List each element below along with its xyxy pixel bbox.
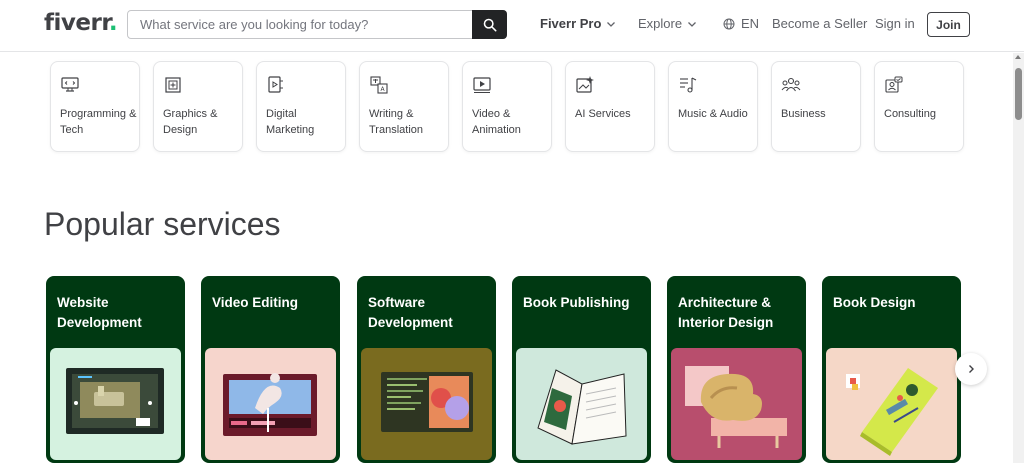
service-card-image	[205, 348, 336, 460]
fiverr-pro-menu[interactable]: Fiverr Pro	[540, 16, 617, 31]
join-button[interactable]: Join	[927, 12, 970, 37]
fiverr-logo[interactable]: fiverr.	[44, 10, 118, 36]
service-card-website-development[interactable]: Website Development	[46, 276, 185, 463]
monitor-code-icon	[61, 77, 79, 92]
translate-icon: A	[370, 76, 388, 94]
category-label: Writing & Translation	[369, 108, 424, 136]
chevron-down-icon	[607, 21, 616, 27]
category-ai-services[interactable]: AI Services	[565, 61, 655, 152]
open-book-illustration	[537, 369, 627, 445]
category-label: Video & Animation	[472, 108, 521, 136]
service-card-label: Book Publishing	[523, 295, 630, 310]
search-input[interactable]	[128, 11, 473, 38]
category-label: Digital Marketing	[266, 108, 315, 136]
interior-chair-illustration	[685, 366, 787, 448]
language-selector[interactable]: EN	[723, 16, 759, 31]
marketing-screen-icon	[268, 76, 283, 93]
service-card-label: Website Development	[57, 295, 142, 330]
chevron-right-icon	[969, 365, 974, 373]
service-card-software-development[interactable]: Software Development	[357, 276, 496, 463]
consulting-chat-icon	[885, 76, 903, 93]
people-group-icon	[781, 77, 801, 92]
explore-label: Explore	[638, 16, 683, 31]
ai-sparkle-icon	[576, 76, 594, 93]
fiverr-pro-label: Fiverr Pro	[540, 16, 602, 31]
category-business[interactable]: Business	[771, 61, 861, 152]
service-card-book-publishing[interactable]: Book Publishing	[512, 276, 651, 463]
service-card-label: Software Development	[368, 295, 453, 330]
scroll-up-arrow-icon[interactable]	[1015, 55, 1021, 59]
category-video-animation[interactable]: Video & Animation	[462, 61, 552, 152]
video-editing-illustration	[223, 373, 317, 436]
search-button[interactable]	[472, 10, 507, 39]
logo-dot: .	[108, 10, 118, 36]
category-label: Programming & Tech	[60, 108, 137, 136]
music-note-icon	[680, 77, 697, 93]
category-label: Music & Audio	[678, 108, 748, 120]
become-seller-label: Become a Seller	[772, 16, 868, 31]
category-programming-tech[interactable]: Programming & Tech	[50, 61, 140, 152]
sign-in-link[interactable]: Sign in	[875, 16, 915, 31]
search-bar	[127, 10, 507, 39]
service-card-label: Book Design	[833, 295, 916, 310]
service-card-image	[50, 348, 181, 460]
become-seller-link[interactable]: Become a Seller	[772, 16, 867, 31]
service-card-book-design[interactable]: Book Design	[822, 276, 961, 463]
join-label: Join	[936, 17, 961, 32]
explore-menu[interactable]: Explore	[638, 16, 698, 31]
section-title: Popular services	[44, 206, 281, 242]
sign-in-label: Sign in	[875, 16, 915, 31]
service-card-architecture-interior-design[interactable]: Architecture & Interior Design	[667, 276, 806, 463]
category-label: Graphics & Design	[163, 108, 218, 136]
category-label: Business	[781, 108, 826, 120]
service-card-image	[361, 348, 492, 460]
service-card-label: Video Editing	[212, 295, 299, 310]
category-label: AI Services	[575, 108, 631, 120]
category-graphics-design[interactable]: Graphics & Design	[153, 61, 243, 152]
book-cover-illustration	[846, 368, 938, 456]
service-card-image	[516, 348, 647, 460]
category-consulting[interactable]: Consulting	[874, 61, 964, 152]
design-frame-icon	[165, 77, 181, 93]
category-digital-marketing[interactable]: Digital Marketing	[256, 61, 346, 152]
website-mockup-illustration	[66, 368, 164, 434]
video-play-icon	[473, 77, 491, 93]
top-header: fiverr. Fiverr Pro Explore EN Become a S…	[0, 0, 1024, 52]
service-card-image	[826, 348, 957, 460]
service-card-video-editing[interactable]: Video Editing	[201, 276, 340, 463]
service-card-image	[671, 348, 802, 460]
search-icon	[483, 18, 496, 31]
category-music-audio[interactable]: Music & Audio	[668, 61, 758, 152]
code-editor-illustration	[381, 372, 473, 432]
language-label: EN	[741, 16, 760, 31]
category-writing-translation[interactable]: A Writing & Translation	[359, 61, 449, 152]
globe-icon	[723, 18, 735, 29]
carousel-next-button[interactable]	[955, 353, 987, 385]
service-card-label: Architecture & Interior Design	[678, 295, 774, 330]
category-label: Consulting	[884, 108, 936, 120]
logo-text: fiverr	[44, 10, 109, 36]
chevron-down-icon	[688, 21, 697, 27]
scrollbar-thumb[interactable]	[1015, 68, 1022, 120]
